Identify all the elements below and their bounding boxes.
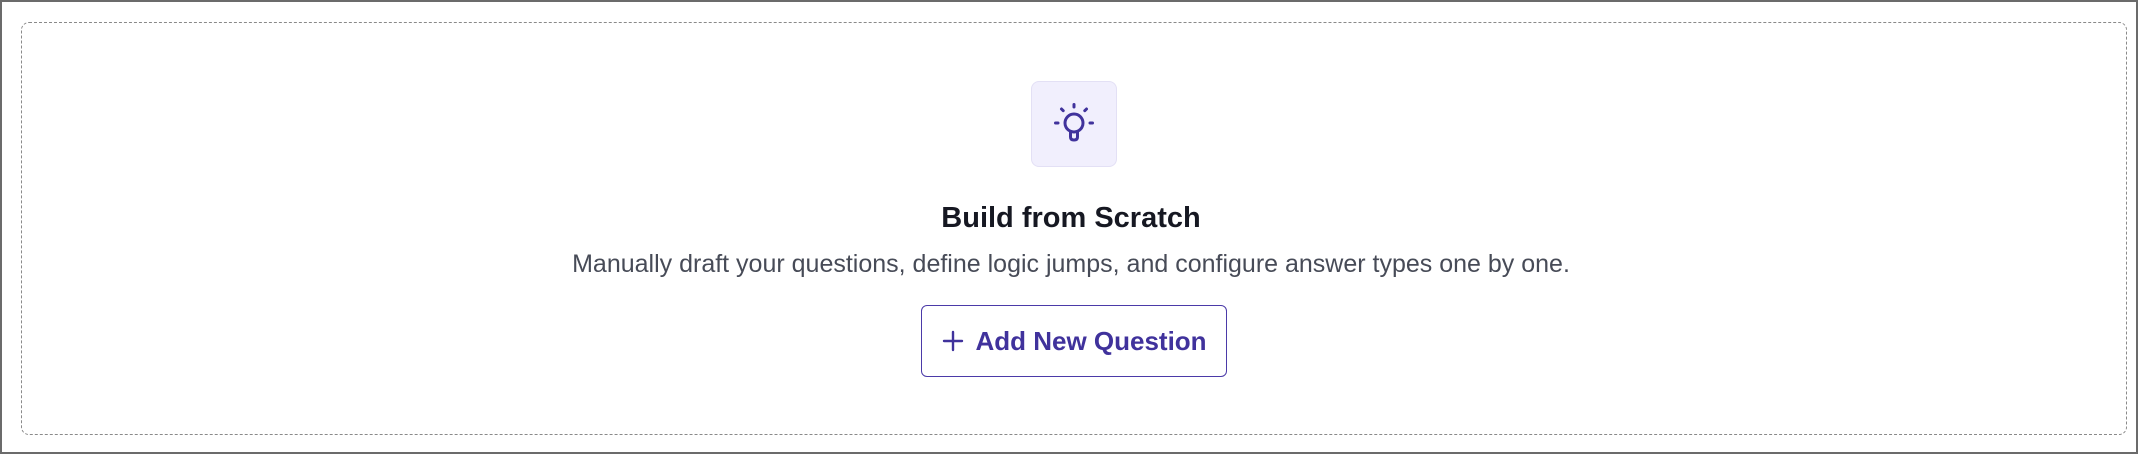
lightbulb-icon [1054,103,1094,142]
add-new-question-label: Add New Question [975,326,1207,356]
empty-state-description: Manually draft your questions, define lo… [572,250,1570,278]
empty-state-title: Build from Scratch [941,202,1201,234]
add-new-question-button[interactable]: Add New Question [921,305,1227,377]
plus-icon [941,329,965,353]
lightbulb-icon-tile [1031,81,1117,167]
window-frame: Build from Scratch Manually draft your q… [0,0,2138,454]
